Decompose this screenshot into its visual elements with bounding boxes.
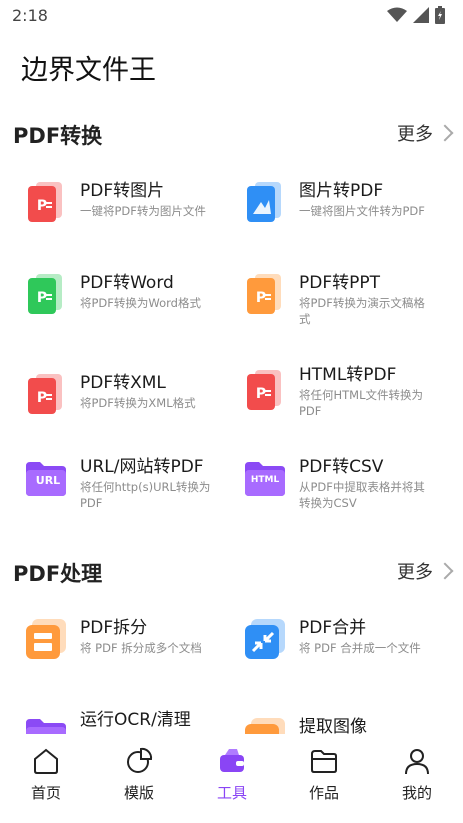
- tool-name: 运行OCR/清理: [80, 710, 191, 730]
- more-label: 更多: [397, 562, 433, 583]
- split-icon: [26, 619, 66, 659]
- pdf-green-icon: P: [28, 274, 62, 314]
- status-bar: 2:18: [0, 0, 463, 32]
- tool-desc: 将任何http(s)URL转换为PDF: [80, 480, 211, 510]
- tool-desc: 将任何HTML文件转换为PDF: [299, 388, 424, 418]
- tool-name: 图片转PDF: [299, 181, 384, 201]
- nav-label: 模版: [123, 784, 154, 802]
- tool-pdf-merge[interactable]: PDF合并 将 PDF 合并成一个文件: [243, 613, 458, 693]
- signal-icon: [413, 7, 429, 23]
- chevron-right-icon: [436, 562, 454, 580]
- tool-desc: 将PDF转换为Word格式: [80, 296, 201, 310]
- section-header-processing: PDF处理 更多: [0, 556, 463, 590]
- svg-text:P: P: [256, 386, 266, 402]
- more-button-processing[interactable]: 更多: [397, 558, 455, 584]
- tool-name: PDF转XML: [80, 373, 166, 393]
- tool-desc: 将PDF转换为XML格式: [80, 396, 196, 410]
- toolbox-icon: [220, 749, 244, 772]
- nav-label: 首页: [30, 784, 61, 802]
- folder-icon: [311, 750, 337, 773]
- tool-pdf-to-word[interactable]: P PDF转Word 将PDF转换为Word格式: [24, 268, 239, 348]
- tool-desc: 一键将图片文件转为PDF: [299, 204, 425, 218]
- template-icon: [127, 747, 153, 773]
- tool-name: HTML转PDF: [299, 365, 397, 385]
- nav-template[interactable]: 模版: [104, 746, 174, 803]
- more-label: 更多: [397, 124, 433, 145]
- wifi-icon: [387, 7, 407, 22]
- section-header-conversion: PDF转换 更多: [0, 118, 463, 152]
- tool-name: PDF拆分: [80, 618, 148, 638]
- nav-label: 作品: [308, 784, 339, 802]
- pdf-red-icon: P: [28, 182, 62, 222]
- nav-home[interactable]: 首页: [11, 746, 81, 803]
- tool-name: PDF合并: [299, 618, 367, 638]
- tool-pdf-to-ppt[interactable]: P PDF转PPT 将PDF转换为演示文稿格式: [243, 268, 458, 348]
- home-icon: [34, 748, 58, 774]
- tool-desc: 将 PDF 拆分成多个文档: [80, 641, 202, 655]
- pdf-red-icon: P: [247, 370, 281, 410]
- tool-pdf-to-image[interactable]: P PDF转图片 一键将PDF转为图片文件: [24, 176, 239, 256]
- pdf-orange-icon: P: [247, 274, 281, 314]
- status-time: 2:18: [12, 6, 48, 25]
- chevron-right-icon: [436, 124, 454, 142]
- tool-desc: 一键将PDF转为图片文件: [80, 204, 206, 218]
- merge-icon: [245, 619, 285, 659]
- url-badge-text: URL: [35, 474, 61, 487]
- tool-name: PDF转Word: [80, 273, 174, 293]
- nav-works[interactable]: 作品: [289, 746, 359, 803]
- svg-text:P: P: [37, 390, 47, 406]
- tool-pdf-to-xml[interactable]: P PDF转XML 将PDF转换为XML格式: [24, 368, 239, 448]
- battery-icon: [435, 6, 445, 24]
- tool-html-to-pdf[interactable]: P HTML转PDF 将任何HTML文件转换为PDF: [243, 360, 458, 440]
- tool-url-to-pdf[interactable]: URL URL/网站转PDF 将任何http(s)URL转换为PDF: [24, 452, 239, 532]
- bottom-nav: 首页 模版 工具 作品 我的: [0, 734, 463, 823]
- nav-profile[interactable]: 我的: [382, 746, 452, 803]
- html-badge-text: HTML: [250, 475, 280, 485]
- more-button-conversion[interactable]: 更多: [397, 120, 455, 146]
- status-icons: [387, 6, 445, 24]
- tool-pdf-split[interactable]: PDF拆分 将 PDF 拆分成多个文档: [24, 613, 239, 693]
- tool-name: URL/网站转PDF: [80, 457, 204, 477]
- tool-name: PDF转CSV: [299, 457, 384, 477]
- svg-text:P: P: [37, 290, 47, 306]
- svg-text:P: P: [256, 290, 266, 306]
- user-icon: [405, 749, 429, 775]
- section-title: PDF转换: [13, 124, 103, 148]
- nav-tools[interactable]: 工具: [197, 746, 267, 803]
- nav-label: 工具: [216, 784, 247, 802]
- svg-text:P: P: [37, 198, 47, 214]
- pdf-red-icon: P: [28, 374, 62, 414]
- app-title: 边界文件王: [21, 55, 156, 86]
- tool-pdf-to-csv[interactable]: HTML PDF转CSV 从PDF中提取表格并将其转换为CSV: [243, 452, 458, 532]
- image-pdf-blue-icon: [247, 182, 281, 222]
- tool-name: PDF转PPT: [299, 273, 381, 293]
- tool-image-to-pdf[interactable]: 图片转PDF 一键将图片文件转为PDF: [243, 176, 458, 256]
- nav-label: 我的: [401, 784, 432, 802]
- tool-desc: 将PDF转换为演示文稿格式: [299, 296, 425, 326]
- section-title: PDF处理: [13, 562, 103, 586]
- tool-desc: 从PDF中提取表格并将其转换为CSV: [299, 480, 425, 510]
- tool-name: PDF转图片: [80, 181, 165, 201]
- tool-desc: 将 PDF 合并成一个文件: [299, 641, 421, 655]
